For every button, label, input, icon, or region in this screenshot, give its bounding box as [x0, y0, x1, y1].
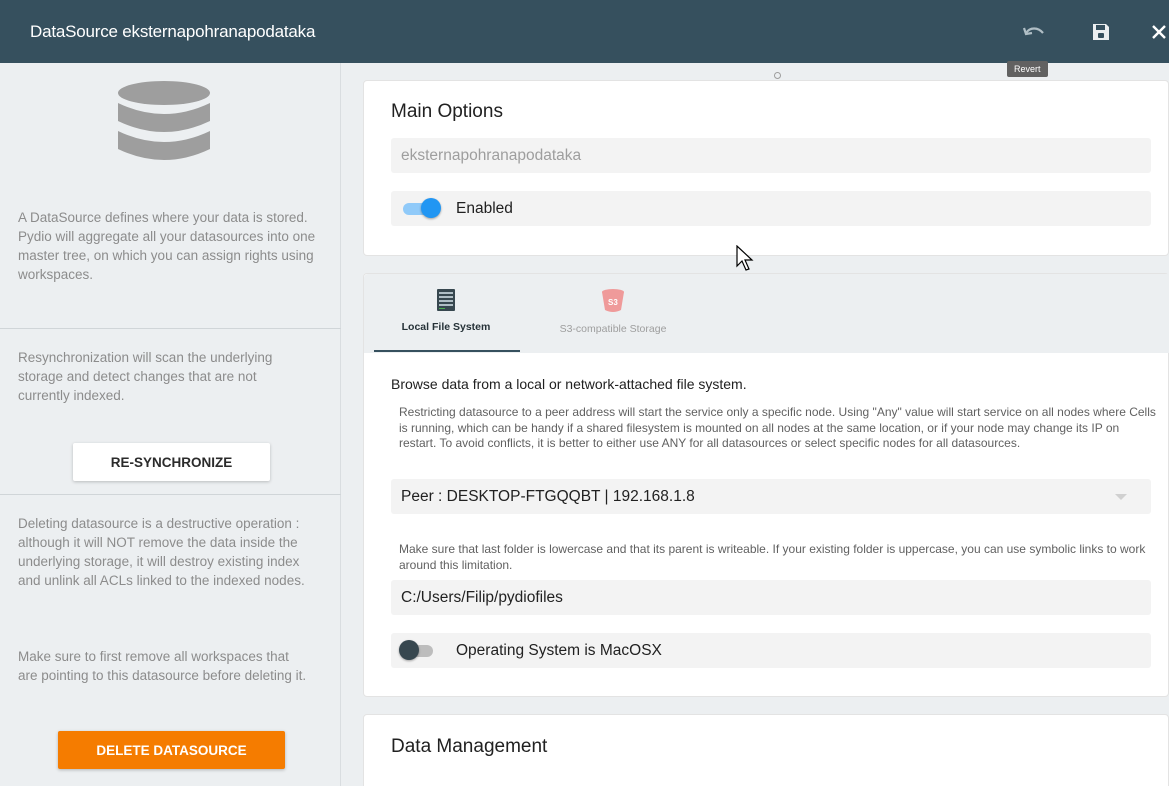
enabled-label: Enabled: [456, 200, 513, 217]
tab-s3-storage[interactable]: S3 S3-compatible Storage: [534, 274, 692, 353]
delete-description: Deleting datasource is a destructive ope…: [18, 516, 305, 588]
storage-heading: Browse data from a local or network-atta…: [391, 376, 747, 392]
chevron-down-icon: [1115, 494, 1127, 500]
macos-label: Operating System is MacOSX: [456, 642, 662, 659]
storage-tabs: Local File System S3 S3-compatible Stora…: [364, 274, 1169, 353]
delete-datasource-button[interactable]: DELETE DATASOURCE: [58, 731, 285, 769]
datasource-description: A DataSource defines where your data is …: [18, 210, 316, 282]
macos-toggle-knob: [399, 640, 419, 660]
database-icon: [118, 81, 210, 160]
save-icon: [1093, 24, 1109, 40]
sidebar-divider: [0, 494, 341, 495]
window-title: DataSource eksternapohranapodataka: [30, 21, 316, 41]
close-button[interactable]: [1145, 18, 1169, 46]
enabled-toggle-knob: [421, 198, 441, 218]
main-options-title: Main Options: [391, 101, 503, 122]
folder-path-field[interactable]: C:/Users/Filip/pydiofiles: [391, 580, 1151, 615]
data-management-card: Data Management: [363, 714, 1169, 786]
resync-button[interactable]: RE-SYNCHRONIZE: [73, 443, 270, 481]
macos-toggle-row[interactable]: Operating System is MacOSX: [391, 633, 1151, 668]
window-titlebar: DataSource eksternapohranapodataka: [0, 0, 1169, 63]
svg-text:S3: S3: [608, 298, 618, 307]
storage-card: Local File System S3 S3-compatible Stora…: [363, 273, 1169, 697]
close-icon: [1152, 25, 1166, 39]
peer-help-text: Restricting datasource to a peer address…: [399, 405, 1156, 450]
delete-warning: Make sure to first remove all workspaces…: [18, 649, 307, 683]
tab-label: Local File System: [401, 321, 491, 333]
undo-icon: [1022, 27, 1044, 36]
mouse-cursor-icon: [736, 245, 754, 271]
server-icon: [437, 289, 455, 311]
resync-description: Resynchronization will scan the underlyi…: [18, 350, 273, 403]
scroll-indicator: [774, 72, 781, 79]
active-tab-indicator: [374, 350, 520, 352]
sidebar-divider: [0, 328, 341, 329]
tab-label: S3-compatible Storage: [559, 323, 667, 335]
main-options-card: Main Options eksternapohranapodataka Ena…: [363, 80, 1169, 256]
s3-bucket-icon: S3: [602, 289, 624, 312]
enabled-toggle-row[interactable]: Enabled: [391, 191, 1151, 226]
save-button[interactable]: [1087, 18, 1115, 46]
datasource-name-field[interactable]: eksternapohranapodataka: [391, 138, 1151, 173]
datasource-illustration: [0, 81, 341, 171]
data-management-title: Data Management: [391, 736, 548, 757]
revert-button[interactable]: [1020, 18, 1048, 46]
peer-select-value: Peer : DESKTOP-FTGQQBT | 192.168.1.8: [401, 487, 695, 505]
peer-select[interactable]: Peer : DESKTOP-FTGQQBT | 192.168.1.8: [391, 479, 1151, 514]
tab-local-file-system[interactable]: Local File System: [372, 274, 520, 353]
sidebar: A DataSource defines where your data is …: [0, 63, 341, 786]
revert-tooltip: Revert: [1007, 61, 1048, 77]
folder-help-text: Make sure that last folder is lowercase …: [399, 542, 1146, 572]
